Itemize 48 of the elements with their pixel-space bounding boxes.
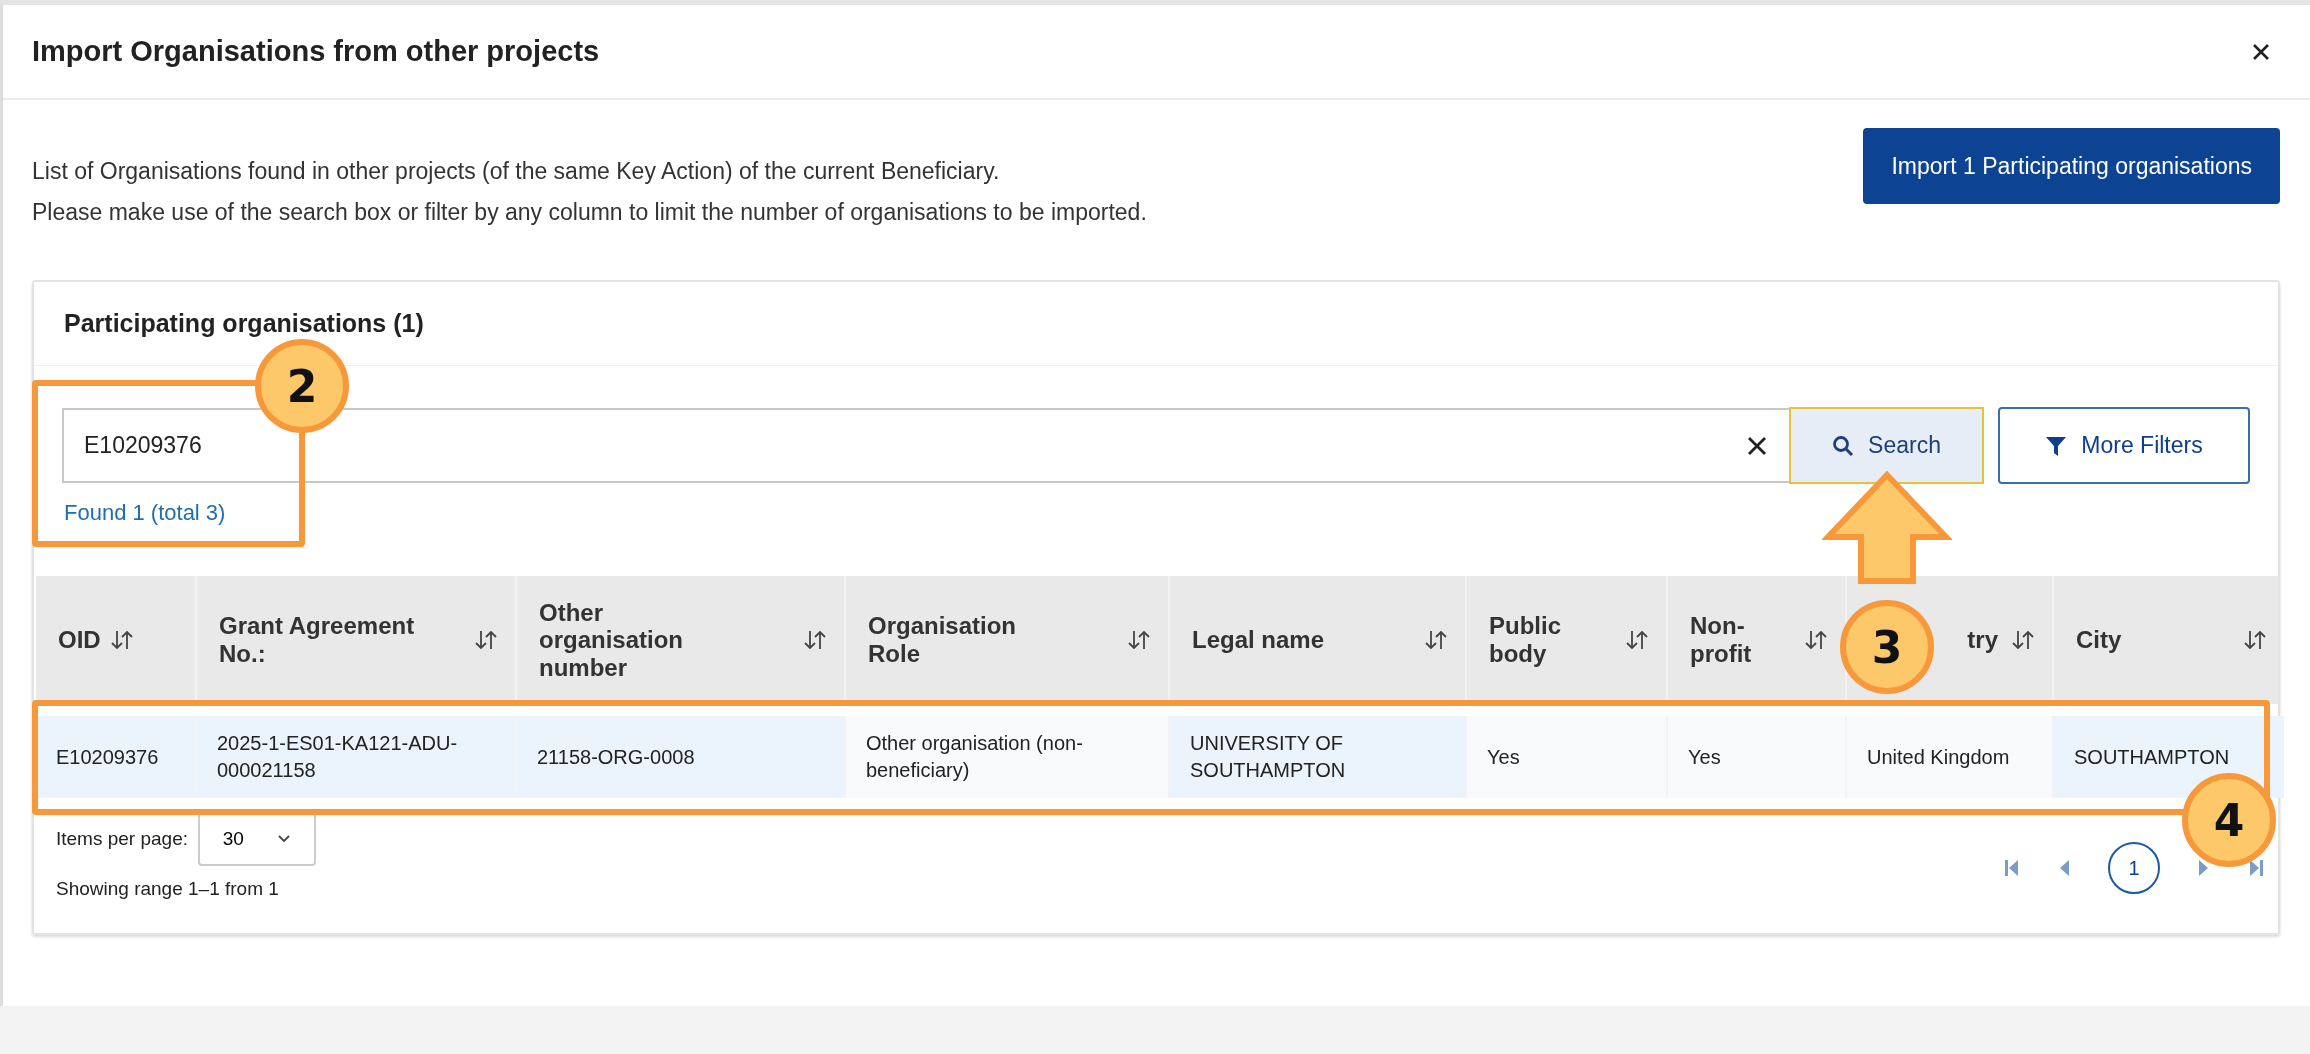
filter-icon (2045, 434, 2068, 457)
search-field[interactable]: E10209376 (62, 408, 1789, 483)
chevron-down-icon (277, 834, 292, 844)
clear-icon[interactable] (1747, 436, 1767, 456)
sort-icon (1805, 629, 1827, 651)
table-cell: Other organisation (non-beneficiary) (844, 716, 1168, 798)
card-title: Participating organisations (1) (64, 309, 424, 338)
column-header[interactable]: Non-profit (1690, 612, 1770, 668)
table-cell: 21158-ORG-0008 (515, 716, 844, 798)
table-cell: Yes (1666, 716, 1845, 798)
column-header[interactable]: Grant Agreement No.: (219, 612, 449, 668)
sort-icon (2012, 629, 2034, 651)
search-icon (1832, 434, 1855, 457)
sort-icon (804, 629, 826, 651)
dialog-title: Import Organisations from other projects (32, 35, 600, 68)
items-per-page-label: Items per page: (56, 828, 189, 850)
column-header[interactable]: Public body (1489, 612, 1579, 668)
column-header[interactable]: Legal name (1192, 626, 1325, 654)
more-filters-button[interactable]: More Filters (1998, 407, 2250, 484)
sort-icon (2244, 629, 2266, 651)
column-header[interactable]: Organisation Role (868, 612, 1048, 668)
column-header[interactable]: try (1967, 626, 1998, 654)
import-button[interactable]: Import 1 Participating organisations (1863, 128, 2280, 204)
table-cell: E10209376 (36, 716, 195, 798)
first-page-icon[interactable] (2004, 858, 2020, 878)
sort-icon (1128, 629, 1150, 651)
previous-page-icon[interactable] (2058, 858, 2070, 878)
results-count-text: Found 1 (total 3) (64, 500, 226, 525)
search-button[interactable]: Search (1789, 407, 1984, 484)
column-header[interactable]: City (2076, 626, 2122, 654)
sort-icon (110, 629, 133, 651)
sort-icon (475, 629, 497, 651)
range-text: Showing range 1–1 from 1 (56, 878, 280, 900)
sort-icon (1425, 629, 1447, 651)
last-page-icon[interactable] (2248, 858, 2264, 878)
table-cell: UNIVERSITY OF SOUTHAMPTON (1168, 716, 1465, 798)
items-per-page-dropdown[interactable]: 30 (198, 812, 317, 866)
sort-icon (1626, 629, 1648, 651)
next-page-icon[interactable] (2198, 858, 2210, 878)
description-text: Please make use of the search box or filter by any column to limit the number of organisations to be imported. (32, 199, 1147, 226)
description-text: List of Organisations found in other projects (of the same Key Action) of the current Beneficiary. (32, 158, 1001, 185)
column-header[interactable]: Other organisation number (539, 598, 729, 682)
table-cell: 2025-1-ES01-KA121-ADU-000021158 (195, 716, 515, 798)
page-button[interactable]: 1 (2108, 842, 2160, 894)
table-cell: United Kingdom (1845, 716, 2052, 798)
column-header[interactable]: OID (58, 626, 101, 654)
table-cell: Yes (1465, 716, 1666, 798)
up-arrow-icon (1822, 471, 1952, 584)
